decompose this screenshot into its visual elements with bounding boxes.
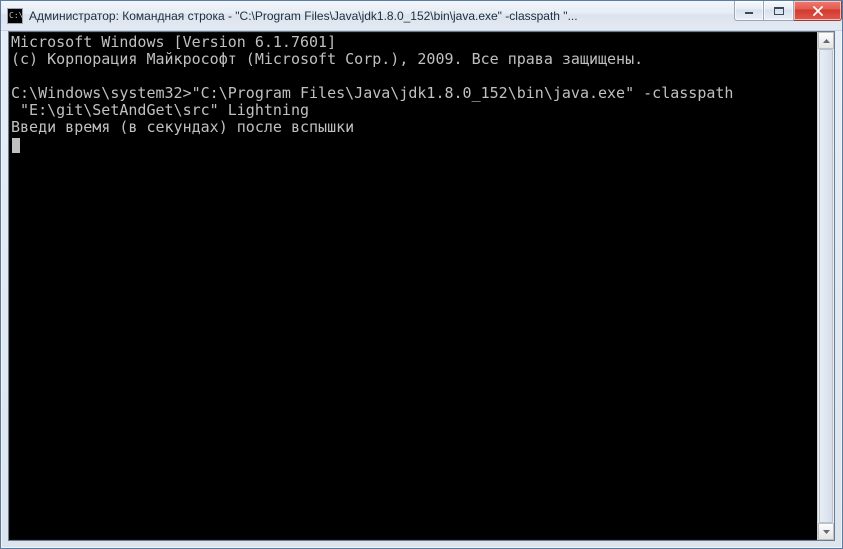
vertical-scrollbar[interactable] (817, 32, 834, 540)
output-line: Введи время (в секундах) после вспышки (11, 118, 354, 136)
titlebar[interactable]: C:\ Администратор: Командная строка - "C… (1, 1, 842, 31)
client-area: Microsoft Windows [Version 6.1.7601] (c)… (8, 31, 835, 541)
minimize-button[interactable] (734, 1, 764, 21)
scroll-track[interactable] (818, 49, 834, 523)
scroll-up-button[interactable] (818, 32, 834, 49)
window-title: Администратор: Командная строка - "C:\Pr… (29, 9, 734, 23)
output-line: "E:\git\SetAndGet\src" Lightning (11, 101, 309, 119)
text-cursor (12, 138, 20, 153)
maximize-button[interactable] (764, 1, 794, 21)
window-controls (734, 1, 842, 30)
console-icon: C:\ (7, 8, 23, 24)
output-line: Microsoft Windows [Version 6.1.7601] (11, 33, 336, 51)
close-button[interactable] (794, 1, 842, 21)
output-line: C:\Windows\system32>"C:\Program Files\Ja… (11, 84, 733, 102)
terminal-output[interactable]: Microsoft Windows [Version 6.1.7601] (c)… (9, 32, 817, 540)
svg-text:C:\: C:\ (9, 11, 23, 20)
output-line: (c) Корпорация Майкрософт (Microsoft Cor… (11, 50, 643, 68)
scroll-thumb[interactable] (819, 49, 833, 523)
scroll-down-button[interactable] (818, 523, 834, 540)
command-prompt-window: C:\ Администратор: Командная строка - "C… (0, 0, 843, 549)
